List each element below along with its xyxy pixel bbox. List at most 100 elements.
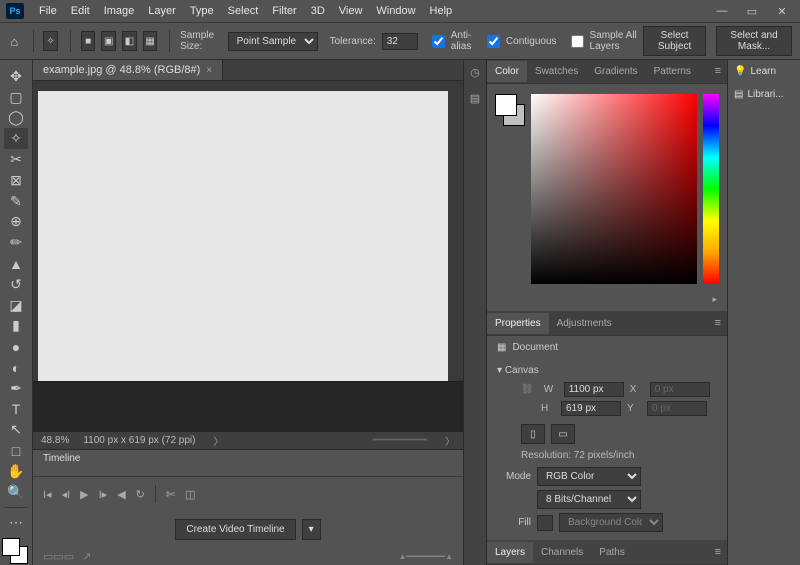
layers-panel-menu-icon[interactable]: ≡ — [715, 546, 727, 558]
status-disclosure-icon[interactable]: 〉 — [213, 433, 223, 448]
canvas-section-label[interactable]: Canvas — [505, 365, 539, 376]
selection-add-icon[interactable]: ▣ — [101, 31, 116, 51]
close-button[interactable]: ✕ — [774, 5, 790, 18]
landscape-orientation-icon[interactable]: ▭ — [551, 424, 575, 444]
menu-image[interactable]: Image — [97, 5, 142, 17]
healing-brush-tool[interactable]: ⊕ — [4, 212, 28, 233]
hue-slider[interactable] — [703, 94, 719, 284]
close-tab-icon[interactable]: × — [206, 65, 212, 76]
zoom-tool[interactable]: 🔍 — [4, 482, 28, 503]
menu-help[interactable]: Help — [423, 5, 460, 17]
zoom-readout[interactable]: 48.8% — [41, 435, 69, 446]
width-input[interactable] — [564, 382, 624, 397]
select-and-mask-button[interactable]: Select and Mask... — [716, 26, 792, 56]
magic-wand-tool[interactable]: ✧ — [4, 128, 28, 149]
tab-channels[interactable]: Channels — [533, 542, 591, 563]
tab-color[interactable]: Color — [487, 61, 527, 82]
timeline-first-frame-icon[interactable]: I◂ — [43, 488, 52, 501]
color-panel-menu-icon[interactable]: ≡ — [715, 65, 727, 77]
tab-adjustments[interactable]: Adjustments — [549, 313, 620, 334]
menu-file[interactable]: File — [32, 5, 64, 17]
timeline-frames-icon[interactable]: ▭▭▭ — [43, 550, 74, 563]
color-picker-field[interactable] — [531, 94, 697, 284]
timeline-render-icon[interactable]: ↗ — [82, 550, 91, 563]
timeline-next-frame-icon[interactable]: I▸ — [99, 488, 108, 501]
tab-swatches[interactable]: Swatches — [527, 61, 586, 82]
doc-dims-readout[interactable]: 1100 px x 619 px (72 ppi) — [83, 435, 195, 446]
document-tab[interactable]: example.jpg @ 48.8% (RGB/8#) × — [33, 60, 223, 80]
menu-edit[interactable]: Edit — [64, 5, 97, 17]
create-video-timeline-dropdown[interactable]: ▾ — [302, 519, 321, 540]
color-fgbg[interactable] — [495, 94, 525, 290]
lasso-tool[interactable]: ◯ — [4, 108, 28, 129]
tab-paths[interactable]: Paths — [591, 542, 633, 563]
scroll-right-icon[interactable]: 〉 — [445, 433, 455, 448]
timeline-split-icon[interactable]: ✄ — [166, 488, 175, 501]
gradient-tool[interactable]: ▮ — [4, 316, 28, 337]
history-brush-tool[interactable]: ↺ — [4, 274, 28, 295]
contiguous-checkbox[interactable]: Contiguous — [483, 32, 557, 51]
timeline-play-icon[interactable]: ▶ — [80, 488, 88, 501]
select-subject-button[interactable]: Select Subject — [643, 26, 706, 56]
menu-3d[interactable]: 3D — [304, 5, 332, 17]
tab-layers[interactable]: Layers — [487, 542, 533, 563]
fg-color-chip[interactable] — [495, 94, 517, 116]
home-icon[interactable]: ⌂ — [8, 32, 21, 50]
menu-type[interactable]: Type — [183, 5, 221, 17]
type-tool[interactable]: T — [4, 399, 28, 420]
maximize-button[interactable]: ▭ — [744, 5, 760, 18]
fill-color-swatch[interactable] — [537, 515, 553, 531]
timeline-mute-icon[interactable]: ◀ — [117, 488, 125, 501]
sample-all-layers-checkbox[interactable]: Sample All Layers — [567, 30, 640, 52]
fill-select[interactable]: Background Color — [559, 513, 663, 532]
magic-wand-tool-icon[interactable]: ✧ — [43, 31, 58, 51]
tab-gradients[interactable]: Gradients — [586, 61, 645, 82]
portrait-orientation-icon[interactable]: ▯ — [521, 424, 545, 444]
timeline-transition-icon[interactable]: ◫ — [185, 488, 195, 501]
create-video-timeline-button[interactable]: Create Video Timeline — [175, 519, 295, 540]
move-tool[interactable]: ✥ — [4, 66, 28, 87]
height-input[interactable] — [561, 401, 621, 416]
marquee-tool[interactable]: ▢ — [4, 87, 28, 108]
foreground-color-swatch[interactable] — [2, 538, 20, 556]
clone-stamp-tool[interactable]: ▲ — [4, 253, 28, 274]
tab-patterns[interactable]: Patterns — [646, 61, 699, 82]
libraries-panel-button[interactable]: ▤ Librari... — [728, 83, 800, 106]
actions-panel-icon[interactable]: ▤ — [467, 92, 483, 108]
menu-filter[interactable]: Filter — [265, 5, 303, 17]
pen-tool[interactable]: ✒ — [4, 378, 28, 399]
history-panel-icon[interactable]: ◷ — [467, 66, 483, 82]
learn-panel-button[interactable]: 💡 Learn — [728, 60, 800, 83]
frame-tool[interactable]: ⊠ — [4, 170, 28, 191]
selection-intersect-icon[interactable]: ▦ — [143, 31, 158, 51]
rectangle-tool[interactable]: □ — [4, 440, 28, 461]
brush-tool[interactable]: ✏ — [4, 232, 28, 253]
selection-new-icon[interactable]: ■ — [81, 31, 96, 51]
edit-toolbar[interactable]: ⋯ — [4, 512, 28, 533]
menu-layer[interactable]: Layer — [141, 5, 183, 17]
bit-depth-select[interactable]: 8 Bits/Channel — [537, 490, 641, 509]
canvas[interactable] — [38, 91, 448, 381]
hand-tool[interactable]: ✋ — [4, 461, 28, 482]
tab-properties[interactable]: Properties — [487, 313, 549, 334]
timeline-prev-frame-icon[interactable]: ◂I — [62, 488, 71, 501]
menu-select[interactable]: Select — [221, 5, 266, 17]
canvas-area[interactable] — [33, 81, 463, 381]
selection-subtract-icon[interactable]: ◧ — [122, 31, 137, 51]
timeline-zoom-slider[interactable]: ▲━━━━━━━━▲ — [399, 552, 453, 561]
color-mode-select[interactable]: RGB Color — [537, 467, 641, 486]
sample-size-select[interactable]: Point Sample — [228, 32, 318, 51]
path-selection-tool[interactable]: ↖ — [4, 420, 28, 441]
scrollbar-h[interactable]: ━━━━━━━━━ — [373, 435, 427, 446]
menu-window[interactable]: Window — [369, 5, 422, 17]
eyedropper-tool[interactable]: ✎ — [4, 191, 28, 212]
color-swatches[interactable] — [0, 538, 28, 564]
antialias-checkbox[interactable]: Anti-alias — [428, 30, 473, 52]
crop-tool[interactable]: ✂ — [4, 149, 28, 170]
tolerance-input[interactable] — [382, 33, 418, 50]
timeline-loop-icon[interactable]: ↻ — [136, 488, 145, 501]
dodge-tool[interactable]: ◐ — [4, 357, 28, 378]
menu-view[interactable]: View — [332, 5, 370, 17]
properties-panel-menu-icon[interactable]: ≡ — [715, 317, 727, 329]
minimize-button[interactable]: — — [714, 5, 730, 18]
